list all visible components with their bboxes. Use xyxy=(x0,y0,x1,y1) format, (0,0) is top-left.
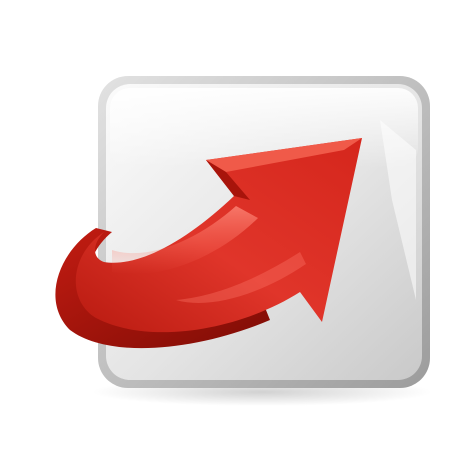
arrow-export-icon xyxy=(55,76,432,406)
app-icon xyxy=(0,0,474,474)
